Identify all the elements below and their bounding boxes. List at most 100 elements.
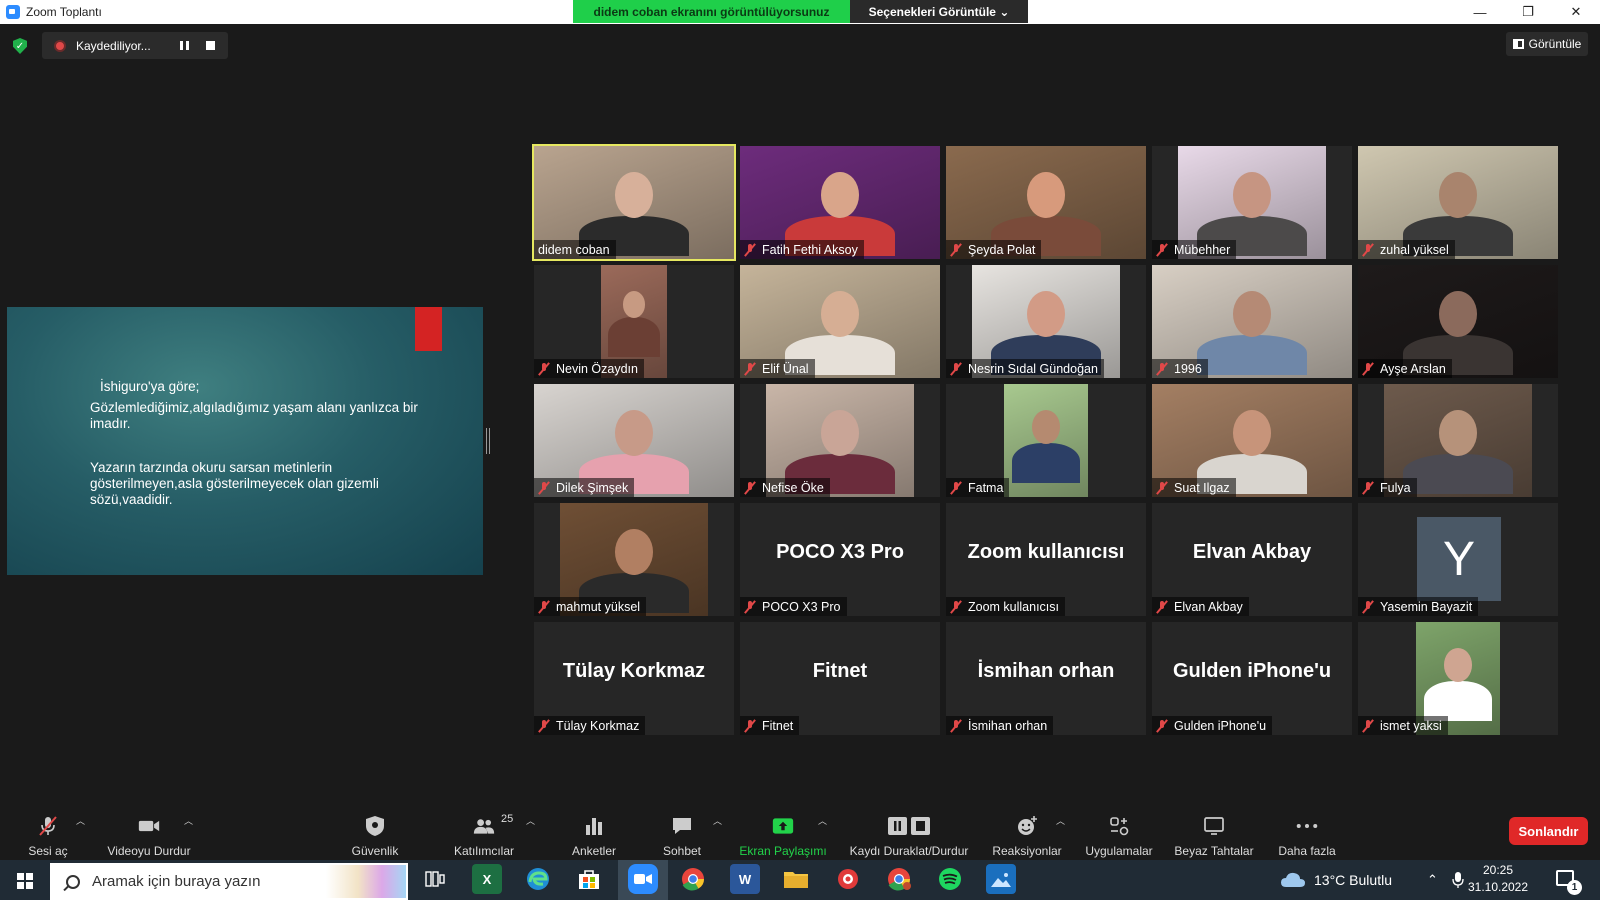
close-button[interactable]: ✕	[1552, 0, 1600, 24]
whiteboard-icon	[1203, 815, 1225, 837]
mic-muted-icon	[1362, 600, 1374, 613]
pause-recording-icon[interactable]	[180, 41, 189, 50]
participants-label: Katılımcılar	[453, 844, 514, 858]
polls-button[interactable]: Anketler	[565, 804, 623, 860]
windows-start-icon[interactable]	[17, 873, 33, 889]
spotify-icon[interactable]	[935, 864, 965, 894]
reactions-caret-icon[interactable]: ︿	[1056, 814, 1065, 826]
participants-caret-icon[interactable]: ︿	[526, 814, 535, 826]
chat-button[interactable]: Sohbet	[652, 804, 712, 860]
zoom-taskbar-icon[interactable]	[628, 864, 658, 894]
reactions-button[interactable]: Reaksiyonlar	[988, 804, 1066, 860]
pause-stop-recording-button[interactable]: Kaydı Duraklat/Durdur	[842, 804, 976, 860]
chevron-down-icon: ⌄	[999, 4, 1010, 19]
encryption-shield-icon[interactable]: ✓	[13, 38, 27, 54]
more-button[interactable]: Daha fazla	[1270, 804, 1344, 860]
stop-video-button[interactable]: Videoyu Durdur	[100, 804, 198, 860]
unmute-button[interactable]: Sesi aç	[22, 804, 74, 860]
video-caret-icon[interactable]: ︿	[184, 814, 193, 826]
chat-caret-icon[interactable]: ︿	[713, 814, 722, 826]
meeting-toolbar: Sesi aç ︿ Videoyu Durdur ︿ Güvenlik 25 K…	[0, 804, 1600, 860]
participant-tile-elif-unal[interactable]: Elif Ünal	[740, 265, 940, 378]
restore-button[interactable]: ❐	[1504, 0, 1552, 24]
participant-name: Şeyda Polat	[968, 242, 1036, 257]
apps-button[interactable]: Uygulamalar	[1078, 804, 1160, 860]
chrome-icon[interactable]	[678, 864, 708, 894]
participant-tile-dilek-simsek[interactable]: Dilek Şimşek	[534, 384, 734, 497]
participant-name-tag: Elvan Akbay	[1152, 597, 1249, 616]
more-label: Daha fazla	[1278, 844, 1336, 858]
participant-tile-fatih-fethi-aksoy[interactable]: Fatih Fethi Aksoy	[740, 146, 940, 259]
participant-tile-zuhal-yuksel[interactable]: zuhal yüksel	[1358, 146, 1558, 259]
taskbar-clock[interactable]: 20:25 31.10.2022	[1463, 862, 1533, 896]
participant-tile-nevin-ozayd-n[interactable]: Nevin Özaydın	[534, 265, 734, 378]
participant-tile-tulay-korkmaz[interactable]: Tülay Korkmaz Tülay Korkmaz	[534, 622, 734, 735]
share-screen-button[interactable]: Ekran Paylaşımı	[734, 804, 832, 860]
taskbar-search-box[interactable]: Aramak için buraya yazın	[50, 863, 408, 900]
word-icon[interactable]: W	[730, 864, 760, 894]
recorder-app-icon[interactable]	[833, 864, 863, 894]
photos-icon[interactable]	[986, 864, 1016, 894]
participant-name-tag: Dilek Şimşek	[534, 478, 635, 497]
participant-tile-gulden-iphone-u[interactable]: Gulden iPhone'u Gulden iPhone'u	[1152, 622, 1352, 735]
participant-tile-poco-x3-pro[interactable]: POCO X3 Pro POCO X3 Pro	[740, 503, 940, 616]
participant-name: Suat Ilgaz	[1174, 480, 1230, 495]
pause-stop-icon	[887, 815, 931, 837]
mic-muted-icon	[1362, 243, 1374, 256]
participant-tile-fitnet[interactable]: Fitnet Fitnet	[740, 622, 940, 735]
security-button[interactable]: Güvenlik	[345, 804, 405, 860]
participant-display-name: Zoom kullanıcısı	[967, 541, 1125, 563]
participant-name-tag: Zoom kullanıcısı	[946, 597, 1066, 616]
chrome-profile-icon[interactable]	[884, 864, 914, 894]
file-explorer-icon[interactable]	[781, 864, 811, 894]
participant-name-tag: didem coban	[534, 240, 616, 259]
minimize-button[interactable]: —	[1456, 0, 1504, 24]
microsoft-store-icon[interactable]	[574, 864, 604, 894]
participant-name: zuhal yüksel	[1380, 242, 1449, 257]
participant-tile-nesrin-s-dal-gundogan[interactable]: Nesrin Sıdal Gündoğan	[946, 265, 1146, 378]
participant-name: Ayşe Arslan	[1380, 361, 1446, 376]
whiteboards-button[interactable]: Beyaz Tahtalar	[1168, 804, 1260, 860]
task-view-icon[interactable]	[420, 864, 450, 894]
participant-tile-1996[interactable]: 1996	[1152, 265, 1352, 378]
view-button[interactable]: Görüntüle	[1506, 32, 1588, 56]
participant-tile-seyda-polat[interactable]: Şeyda Polat	[946, 146, 1146, 259]
clock-date: 31.10.2022	[1467, 880, 1529, 894]
polls-bar-chart-icon	[583, 815, 605, 837]
participant-tile-didem-coban[interactable]: didem coban	[532, 144, 736, 261]
split-resize-handle[interactable]	[486, 428, 490, 454]
participants-button[interactable]: 25 Katılımcılar	[446, 804, 522, 860]
share-caret-icon[interactable]: ︿	[818, 814, 827, 826]
participant-tile-nefise-oke[interactable]: Nefise Öke	[740, 384, 940, 497]
audio-caret-icon[interactable]: ︿	[76, 814, 85, 826]
participant-tile-yasemin-bayazit[interactable]: Y Yasemin Bayazit	[1358, 503, 1558, 616]
participant-name: Mübehher	[1174, 242, 1231, 257]
mic-muted-icon	[1362, 481, 1374, 494]
participant-tile-ayse-arslan[interactable]: Ayşe Arslan	[1358, 265, 1558, 378]
participant-tile-elvan-akbay[interactable]: Elvan Akbay Elvan Akbay	[1152, 503, 1352, 616]
participant-tile-fatma[interactable]: Fatma	[946, 384, 1146, 497]
show-hidden-icons[interactable]: ⌃	[1427, 860, 1438, 900]
stop-recording-icon[interactable]	[206, 41, 215, 50]
participant-display-name: İsmihan orhan	[977, 660, 1115, 682]
mic-muted-icon	[1156, 243, 1168, 256]
participant-name: Elif Ünal	[762, 361, 809, 376]
mic-muted-icon	[744, 481, 756, 494]
participant-tile-mubehher[interactable]: Mübehher	[1152, 146, 1352, 259]
participant-tile-fulya[interactable]: Fulya	[1358, 384, 1558, 497]
participant-tile-zoom-kullan-c-s[interactable]: Zoom kullanıcısı Zoom kullanıcısı	[946, 503, 1146, 616]
participant-tile-suat-ilgaz[interactable]: Suat Ilgaz	[1152, 384, 1352, 497]
participant-name-tag: POCO X3 Pro	[740, 597, 847, 616]
edge-icon[interactable]	[523, 864, 553, 894]
weather-widget[interactable]: 13°C Bulutlu	[1280, 860, 1392, 900]
participant-name: Nevin Özaydın	[556, 361, 638, 376]
excel-icon[interactable]: X	[472, 864, 502, 894]
view-options-button[interactable]: Seçenekleri Görüntüle ⌄	[850, 0, 1028, 23]
participant-tile-ismet-yaksi[interactable]: ismet yaksi	[1358, 622, 1558, 735]
participant-tile-ismihan-orhan[interactable]: İsmihan orhan İsmihan orhan	[946, 622, 1146, 735]
participant-tile-mahmut-yuksel[interactable]: mahmut yüksel	[534, 503, 734, 616]
end-meeting-button[interactable]: Sonlandır	[1509, 817, 1588, 845]
participant-display-name: Tülay Korkmaz	[562, 660, 706, 682]
mic-muted-icon	[538, 481, 550, 494]
video-camera-icon	[138, 815, 160, 837]
